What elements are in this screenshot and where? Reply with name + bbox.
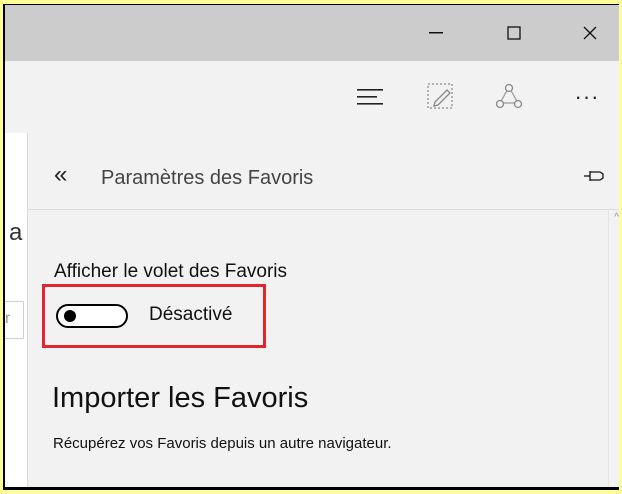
screenshot-frame: ··· a r « Paramètres des Favoris ^ Affic… bbox=[3, 4, 619, 490]
more-button[interactable]: ··· bbox=[565, 75, 609, 119]
page-behind: a r bbox=[5, 133, 27, 487]
web-note-button[interactable] bbox=[419, 75, 463, 119]
maximize-icon bbox=[507, 26, 521, 40]
more-icon: ··· bbox=[574, 84, 600, 109]
pin-icon[interactable] bbox=[583, 169, 605, 183]
page-input-fragment[interactable]: r bbox=[5, 301, 24, 339]
favorites-settings-panel: « Paramètres des Favoris ^ Afficher le v… bbox=[27, 133, 619, 487]
title-bar bbox=[5, 5, 619, 61]
web-note-icon bbox=[427, 83, 453, 109]
toggle-status-text: Désactivé bbox=[149, 304, 233, 325]
hub-icon bbox=[357, 89, 383, 105]
close-icon bbox=[583, 26, 597, 40]
hub-button[interactable] bbox=[348, 75, 392, 119]
browser-window: ··· a r « Paramètres des Favoris ^ Affic… bbox=[5, 5, 619, 487]
back-button[interactable]: « bbox=[54, 163, 67, 187]
panel-header: « Paramètres des Favoris bbox=[28, 133, 619, 210]
favorites-bar-toggle[interactable] bbox=[56, 304, 128, 328]
close-button[interactable] bbox=[565, 5, 615, 61]
favorites-bar-label: Afficher le volet des Favoris bbox=[54, 261, 288, 282]
browser-toolbar: ··· bbox=[5, 61, 619, 133]
page-input-text: r bbox=[5, 310, 11, 327]
panel-content: ^ Afficher le volet des Favoris Désactiv… bbox=[28, 210, 619, 487]
scroll-up-icon[interactable]: ^ bbox=[614, 212, 619, 223]
minimize-button[interactable] bbox=[411, 5, 461, 61]
minimize-icon bbox=[429, 32, 443, 34]
share-button[interactable] bbox=[487, 75, 531, 119]
share-icon bbox=[495, 83, 523, 109]
panel-title: Paramètres des Favoris bbox=[101, 167, 314, 189]
import-heading: Importer les Favoris bbox=[52, 382, 309, 414]
maximize-button[interactable] bbox=[489, 5, 539, 61]
page-text-fragment: a bbox=[9, 219, 23, 246]
toggle-knob bbox=[64, 310, 76, 322]
scrollbar[interactable]: ^ bbox=[608, 210, 619, 487]
import-description: Récupérez vos Favoris depuis un autre na… bbox=[53, 435, 392, 452]
